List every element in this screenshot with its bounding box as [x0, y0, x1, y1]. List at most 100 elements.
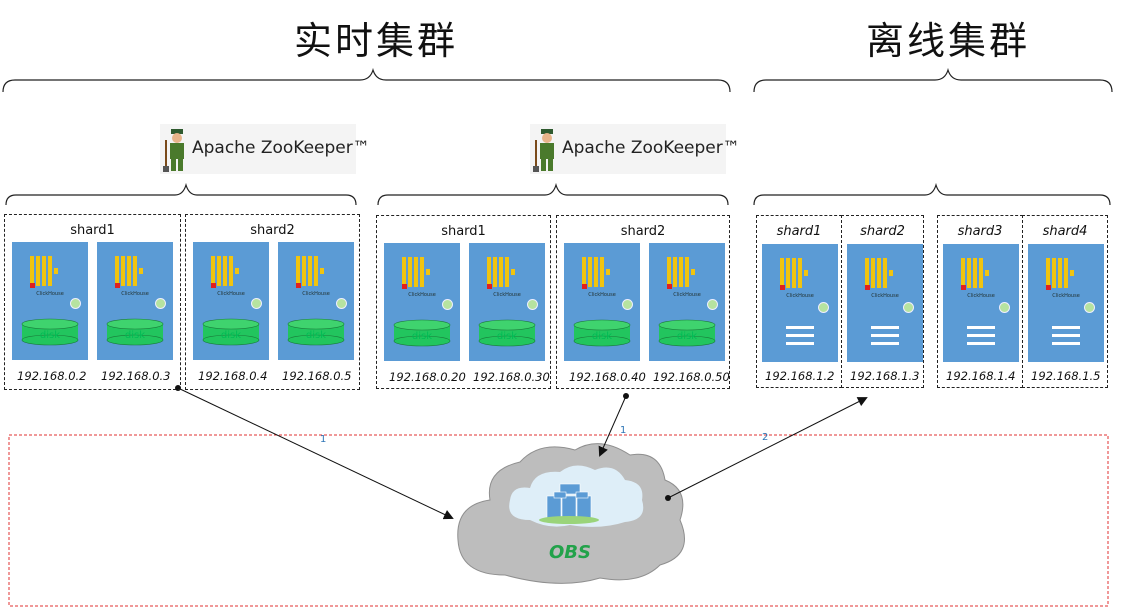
clickhouse-text: ClickHouse — [588, 292, 616, 298]
server-ip: 192.168.0.4 — [198, 369, 268, 383]
zookeeper-keeper-icon — [163, 129, 184, 172]
ch-red-mark — [487, 284, 492, 289]
ch-bar — [961, 258, 965, 288]
arrow-3 — [667, 397, 868, 499]
clickhouse-server: ClickHouse disk — [469, 243, 545, 361]
offline-brace — [753, 67, 1113, 93]
line-icon — [871, 334, 899, 337]
ch-red-mark — [667, 284, 672, 289]
server-ip: 192.168.1.4 — [946, 369, 1016, 383]
ch-bar — [223, 256, 227, 286]
line-icon — [786, 326, 814, 329]
ch-bar — [229, 256, 233, 286]
shard-label: shard3 — [957, 224, 1003, 239]
clickhouse-server: ClickHouse — [762, 244, 838, 362]
ch-red-mark — [780, 285, 785, 290]
ch-bar — [582, 257, 586, 287]
group2-brace — [377, 182, 729, 206]
ch-bar — [889, 270, 893, 276]
clickhouse-text: ClickHouse — [673, 292, 701, 298]
clickhouse-text: ClickHouse — [36, 291, 64, 297]
clickhouse-server: ClickHouse disk — [193, 242, 269, 360]
ch-bar — [780, 258, 784, 288]
ch-bar — [296, 256, 300, 286]
clickhouse-text: ClickHouse — [121, 291, 149, 297]
ch-bar — [1058, 258, 1062, 288]
ch-bar — [877, 258, 881, 288]
ch-bar — [1052, 258, 1056, 288]
clickhouse-text: ClickHouse — [493, 292, 521, 298]
ch-bar — [1046, 258, 1050, 288]
disk-label: disk — [496, 331, 518, 342]
line-icon — [871, 326, 899, 329]
line-icon — [871, 342, 899, 345]
offline-shard-box: shard2 ClickHouse 192.168.1.3 — [841, 215, 924, 388]
ch-bar — [314, 256, 318, 286]
ch-bar — [302, 256, 306, 286]
clickhouse-text: ClickHouse — [408, 292, 436, 298]
line-icon — [967, 342, 995, 345]
ch-bar — [54, 268, 58, 274]
line-icon — [967, 326, 995, 329]
ch-bar — [1064, 258, 1068, 288]
ch-bar — [871, 258, 875, 288]
ch-bar — [42, 256, 46, 286]
ch-bar — [420, 257, 424, 287]
arrow-1 — [177, 387, 454, 520]
ch-bar — [792, 258, 796, 288]
clickhouse-server: ClickHouse disk — [649, 243, 725, 361]
server-ip: 192.168.0.30 — [473, 370, 550, 384]
shard-label: shard2 — [620, 224, 666, 239]
realtime-shard-box: shard2 ClickHouse disk ClickHouse disk 192.16… — [185, 214, 360, 390]
arrow-1-label: 1 — [320, 434, 327, 445]
server-ip: 192.168.1.3 — [850, 369, 920, 383]
ch-bar — [121, 256, 125, 286]
ch-bar — [235, 268, 239, 274]
ch-bar — [600, 257, 604, 287]
server-ip: 192.168.0.50 — [653, 370, 730, 384]
clickhouse-server: ClickHouse disk — [384, 243, 460, 361]
status-led-icon — [999, 302, 1010, 313]
ch-bar — [967, 258, 971, 288]
ch-bar — [211, 256, 215, 286]
line-icon — [1052, 334, 1080, 337]
status-led-icon — [903, 302, 914, 313]
ch-bar — [487, 257, 491, 287]
ch-red-mark — [865, 285, 870, 290]
ch-red-mark — [296, 283, 301, 288]
realtime-shard-box: shard2 ClickHouse disk ClickHouse disk 192.16… — [556, 215, 730, 389]
status-led-icon — [155, 298, 166, 309]
disk-label: disk — [411, 331, 433, 342]
disk-label: disk — [591, 331, 613, 342]
ch-red-mark — [582, 284, 587, 289]
ch-bar — [511, 269, 515, 275]
status-led-icon — [707, 299, 718, 310]
ch-bar — [691, 269, 695, 275]
status-led-icon — [336, 298, 347, 309]
ch-bar — [588, 257, 592, 287]
realtime-brace — [2, 67, 731, 93]
offline-group-brace — [753, 182, 1111, 206]
ch-bar — [139, 268, 143, 274]
offline-shard-box: shard3 ClickHouse 192.168.1.4 — [937, 215, 1023, 388]
ch-bar — [426, 269, 430, 275]
status-led-icon — [1084, 302, 1095, 313]
clickhouse-text: ClickHouse — [786, 293, 814, 299]
ch-bar — [883, 258, 887, 288]
ch-bar — [786, 258, 790, 288]
line-icon — [786, 334, 814, 337]
clickhouse-text: ClickHouse — [967, 293, 995, 299]
ch-bar — [1070, 270, 1074, 276]
zookeeper-label: Apache ZooKeeper™ — [562, 138, 740, 158]
ch-bar — [127, 256, 131, 286]
arrow-3-label: 2 — [762, 432, 769, 443]
ch-bar — [493, 257, 497, 287]
group1-brace — [5, 182, 357, 206]
shard-label: shard1 — [776, 224, 822, 239]
ch-bar — [30, 256, 34, 286]
clickhouse-server: ClickHouse — [943, 244, 1019, 362]
clickhouse-text: ClickHouse — [871, 293, 899, 299]
zookeeper-label: Apache ZooKeeper™ — [192, 138, 370, 158]
realtime-shard-box: shard1 ClickHouse disk ClickHouse disk 192.16… — [376, 215, 551, 389]
ch-red-mark — [30, 283, 35, 288]
